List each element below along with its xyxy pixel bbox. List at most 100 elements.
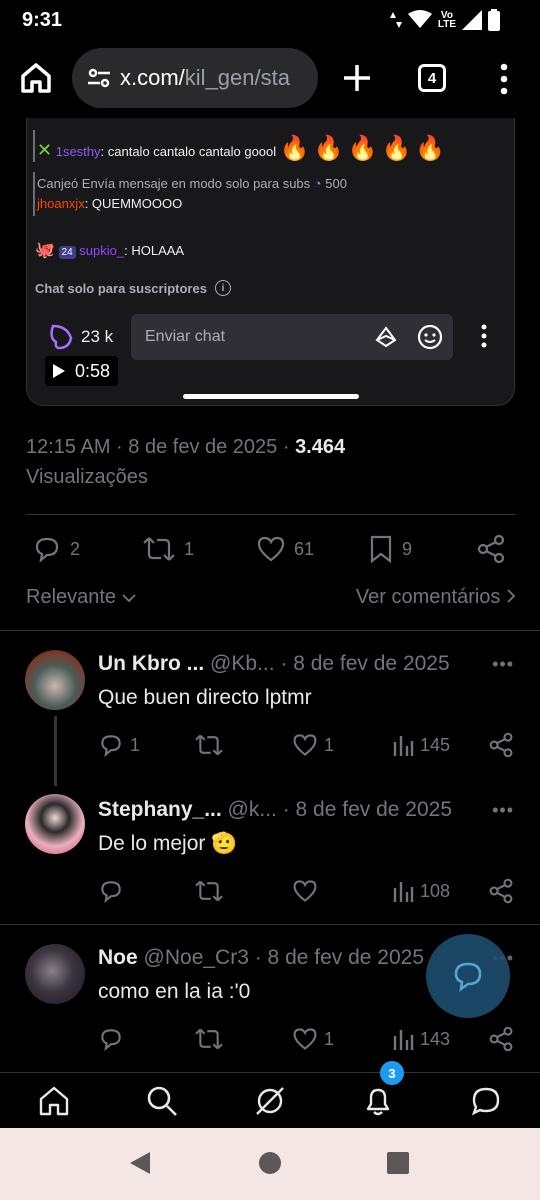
share-icon [489, 878, 513, 904]
view-comments-link[interactable]: Ver comentários [356, 586, 516, 609]
system-nav-bar [0, 1128, 540, 1200]
bits-icon[interactable] [375, 326, 397, 348]
nav-notifications[interactable]: 3 [348, 1061, 408, 1129]
reply-icon [101, 735, 121, 758]
reply-reply-button[interactable] [98, 878, 124, 904]
chat-message: 🐙 24 supkio_: HOLAAA [35, 242, 185, 259]
reply-share-button[interactable] [488, 878, 514, 904]
reply-header: Noe @Noe_Cr3 · 8 de fev de 2025 [98, 946, 425, 969]
address-bar[interactable]: x.com/kil_gen/sta [72, 48, 318, 108]
grok-icon [256, 1087, 284, 1115]
reply-icon [101, 881, 121, 904]
avatar[interactable] [25, 944, 85, 1004]
more-icon[interactable]: ••• [492, 800, 514, 821]
reply-text: Que buen directo lptmr [98, 686, 312, 709]
reply-text: De lo mejor 🫡 [98, 832, 238, 855]
salute-emoji-icon: 🫡 [211, 832, 238, 855]
video-player[interactable]: ✕ 1sesthy: cantalo cantalo cantalo goool… [26, 118, 515, 406]
divider [26, 514, 516, 515]
browser-home-icon[interactable] [18, 60, 54, 96]
new-tab-icon[interactable] [340, 61, 374, 95]
reply-reply-button[interactable]: 1 [98, 732, 140, 758]
bell-icon [366, 1088, 390, 1116]
heart-icon [293, 1028, 317, 1050]
battery-icon [488, 9, 500, 31]
recents-icon[interactable] [386, 1150, 410, 1176]
tweet-meta: 12:15 AM · 8 de fev de 2025 · 3.464 Visu… [26, 436, 346, 488]
emote-icon[interactable] [417, 324, 443, 350]
reply-share-button[interactable] [488, 1026, 514, 1052]
reply-like-button[interactable]: 1 [292, 732, 334, 758]
messages-icon [471, 1087, 500, 1116]
chat-more-icon[interactable] [481, 324, 487, 348]
info-icon[interactable]: i [214, 280, 231, 296]
bookmark-button[interactable]: 9 [368, 534, 412, 564]
nav-search[interactable] [132, 1073, 192, 1129]
chat-redemption: Canjeó Envía mensaje en modo solo para s… [37, 176, 347, 191]
reply-icon [101, 1029, 121, 1052]
chat-message: ✕ 1sesthy: cantalo cantalo cantalo goool… [37, 135, 450, 162]
reply-item[interactable]: Un Kbro ... @Kb... · 8 de fev de 2025 ••… [0, 630, 540, 786]
repost-icon [195, 880, 223, 902]
avatar[interactable] [25, 650, 85, 710]
url-text: x.com/kil_gen/sta [120, 65, 290, 90]
chat-line-marker [33, 172, 35, 216]
fire-emoji-icon: 🔥🔥🔥🔥🔥 [279, 135, 450, 162]
heart-icon [293, 880, 317, 902]
play-icon[interactable] [53, 364, 65, 378]
video-duration[interactable]: 0:58 [45, 356, 119, 386]
repost-button[interactable]: 1 [142, 534, 194, 564]
bookmark-icon [370, 535, 392, 564]
reply-reply-button[interactable] [98, 1026, 124, 1052]
like-button[interactable]: 61 [256, 534, 314, 564]
nav-messages[interactable] [456, 1073, 516, 1129]
status-icons: Vo LTE [389, 9, 500, 31]
chat-message: jhoanxjx: QUEMMOOOO [37, 196, 183, 211]
video-scrub-bar[interactable] [183, 394, 359, 399]
nav-home[interactable] [24, 1073, 84, 1129]
reply-like-button[interactable] [292, 878, 318, 904]
home-circle-icon[interactable] [258, 1150, 282, 1176]
compose-reply-button[interactable] [426, 934, 510, 1018]
nav-grok[interactable] [240, 1073, 300, 1129]
bottom-nav: 3 [0, 1061, 540, 1129]
site-settings-icon[interactable] [86, 65, 112, 91]
chevron-down-icon [121, 594, 136, 603]
share-icon [489, 1026, 513, 1052]
avatar[interactable] [25, 794, 85, 854]
views-chart-icon [393, 882, 414, 902]
reply-button[interactable]: 2 [32, 534, 80, 564]
reply-views[interactable]: 145 [392, 732, 450, 758]
views-chart-icon [393, 736, 414, 756]
tab-switcher-button[interactable]: 4 [418, 64, 446, 92]
chevron-right-icon [507, 589, 516, 603]
tweet-actions: 2 1 61 9 [26, 534, 516, 570]
reply-repost-button[interactable] [194, 1026, 224, 1052]
share-button[interactable] [476, 534, 506, 564]
wifi-icon [407, 10, 432, 28]
sort-dropdown[interactable]: Relevante [26, 586, 136, 609]
reply-icon [35, 537, 59, 563]
reply-views[interactable]: 108 [392, 878, 450, 904]
browser-menu-icon[interactable] [494, 62, 514, 96]
reply-header: Stephany_... @k... · 8 de fev de 2025 [98, 798, 453, 821]
octopus-badge-icon: 🐙 [35, 242, 55, 259]
chat-input[interactable]: Enviar chat [131, 314, 453, 360]
reply-like-button[interactable]: 1 [292, 1026, 334, 1052]
reply-item[interactable]: Stephany_... @k... · 8 de fev de 2025 ••… [0, 776, 540, 926]
chat-line-marker [33, 130, 35, 162]
reply-share-button[interactable] [488, 732, 514, 758]
reply-repost-button[interactable] [194, 732, 224, 758]
xbox-badge-icon: ✕ [37, 140, 53, 160]
channel-points-icon[interactable] [45, 322, 75, 352]
search-icon [147, 1086, 177, 1116]
chat-bubble-icon [454, 962, 482, 992]
browser-toolbar: x.com/kil_gen/sta 4 [0, 40, 540, 118]
reply-header: Un Kbro ... @Kb... · 8 de fev de 2025 [98, 652, 450, 675]
views-chart-icon [393, 1030, 414, 1050]
back-icon[interactable] [128, 1150, 152, 1176]
status-time: 9:31 [22, 9, 63, 31]
more-icon[interactable]: ••• [492, 654, 514, 675]
reply-views[interactable]: 143 [392, 1026, 450, 1052]
reply-repost-button[interactable] [194, 878, 224, 904]
